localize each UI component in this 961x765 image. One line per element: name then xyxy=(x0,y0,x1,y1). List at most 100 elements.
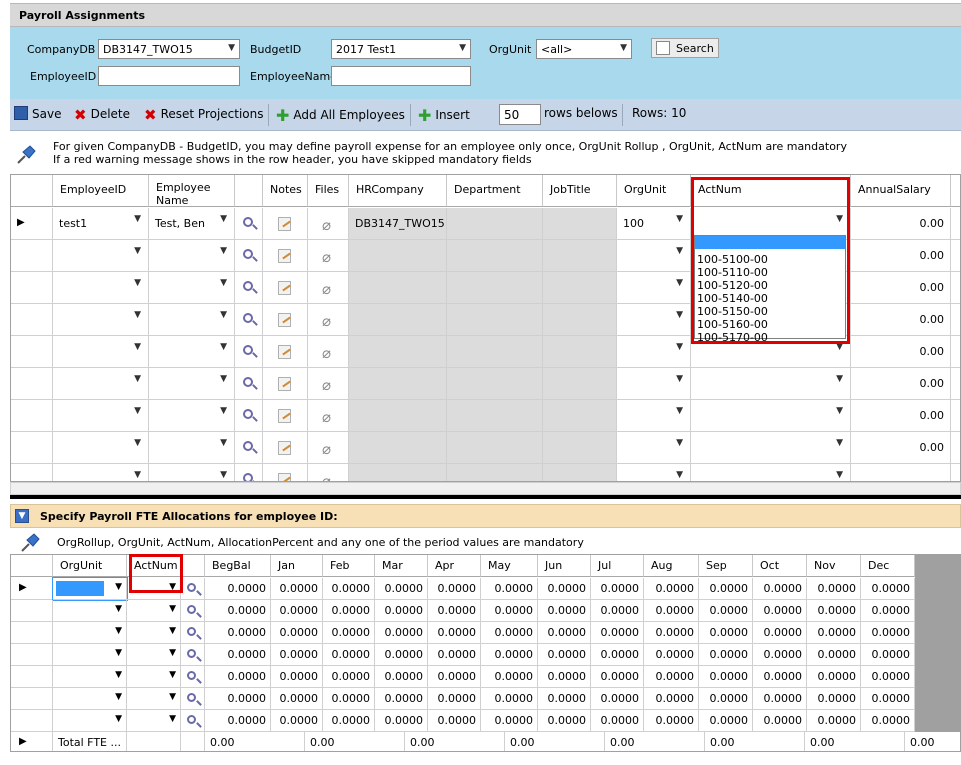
chevron-down-icon[interactable]: ▼ xyxy=(115,714,122,724)
lookup-cell[interactable] xyxy=(181,710,205,732)
chevron-down-icon[interactable]: ▼ xyxy=(676,438,683,448)
act-num-cell[interactable]: ▼ xyxy=(691,368,851,400)
rows-count-input[interactable]: 50 xyxy=(499,104,541,125)
period-cell[interactable]: 0.0000 xyxy=(481,644,538,666)
chevron-down-icon[interactable]: ▼ xyxy=(115,604,122,614)
period-cell[interactable]: 0.0000 xyxy=(375,578,428,600)
row-indicator[interactable] xyxy=(11,688,53,710)
paperclip-icon[interactable]: ⌀ xyxy=(322,312,331,330)
period-cell[interactable]: 0.0000 xyxy=(538,688,591,710)
header-jul[interactable]: Jul xyxy=(591,555,644,577)
period-cell[interactable]: 0.0000 xyxy=(271,710,323,732)
notes-cell[interactable] xyxy=(263,368,308,400)
org-unit-cell[interactable]: ▼ xyxy=(617,336,691,368)
annual-salary-cell[interactable]: 0.00 xyxy=(851,272,951,304)
act-num-cell[interactable]: ▼ xyxy=(127,710,181,732)
delete-button[interactable]: ✖ Delete xyxy=(74,106,130,124)
search-icon[interactable] xyxy=(187,693,196,702)
employee-id-cell[interactable]: ▼ xyxy=(53,368,149,400)
act-num-cell[interactable]: ▼ xyxy=(127,688,181,710)
period-cell[interactable]: 0.0000 xyxy=(644,622,699,644)
lookup-cell[interactable] xyxy=(235,400,263,432)
employee-name-cell[interactable]: ▼ xyxy=(149,304,235,336)
notes-icon[interactable] xyxy=(278,473,291,481)
period-cell[interactable]: 0.0000 xyxy=(428,688,481,710)
period-cell[interactable]: 0.0000 xyxy=(428,600,481,622)
chevron-down-icon[interactable]: ▼ xyxy=(134,278,141,288)
notes-cell[interactable] xyxy=(263,400,308,432)
search-icon[interactable] xyxy=(243,281,253,291)
chevron-down-icon[interactable]: ▼ xyxy=(115,626,122,636)
chevron-down-icon[interactable]: ▼ xyxy=(676,342,683,352)
chevron-down-icon[interactable]: ▼ xyxy=(676,278,683,288)
chevron-down-icon[interactable]: ▼ xyxy=(676,374,683,384)
search-icon[interactable] xyxy=(243,217,253,227)
search-icon[interactable] xyxy=(243,345,253,355)
employee-name-cell[interactable]: ▼ xyxy=(149,432,235,464)
lookup-cell[interactable] xyxy=(235,240,263,272)
chevron-down-icon[interactable]: ▼ xyxy=(169,626,176,636)
notes-icon[interactable] xyxy=(278,313,291,327)
period-cell[interactable]: 0.0000 xyxy=(205,622,271,644)
org-unit-cell[interactable]: ▼ xyxy=(617,272,691,304)
employee-id-cell[interactable]: ▼ xyxy=(53,400,149,432)
header-sep[interactable]: Sep xyxy=(699,555,753,577)
employee-name-cell[interactable]: ▼ xyxy=(149,272,235,304)
insert-button[interactable]: ✚ Insert xyxy=(418,106,470,125)
employee-id-cell[interactable]: ▼ xyxy=(53,240,149,272)
period-cell[interactable]: 0.0000 xyxy=(538,666,591,688)
paperclip-icon[interactable]: ⌀ xyxy=(322,216,331,234)
row-indicator[interactable]: ▶ xyxy=(11,578,53,600)
chevron-down-icon[interactable]: ▼ xyxy=(169,604,176,614)
org-unit-cell[interactable]: ▼ xyxy=(53,688,127,710)
row-indicator[interactable] xyxy=(11,622,53,644)
period-cell[interactable]: 0.0000 xyxy=(428,622,481,644)
lookup-cell[interactable] xyxy=(181,600,205,622)
chevron-down-icon[interactable]: ▼ xyxy=(836,470,843,480)
paperclip-icon[interactable]: ⌀ xyxy=(322,376,331,394)
period-cell[interactable]: 0.0000 xyxy=(271,666,323,688)
employee-id-input[interactable] xyxy=(98,66,240,86)
period-cell[interactable]: 0.0000 xyxy=(699,710,753,732)
splitter[interactable] xyxy=(10,495,961,499)
header-jan[interactable]: Jan xyxy=(271,555,323,577)
org-unit-cell[interactable]: ▼ xyxy=(617,240,691,272)
period-cell[interactable]: 0.0000 xyxy=(481,578,538,600)
period-cell[interactable]: 0.0000 xyxy=(375,666,428,688)
period-cell[interactable]: 0.0000 xyxy=(753,600,807,622)
row-indicator[interactable] xyxy=(11,710,53,732)
chevron-down-icon[interactable]: ▼ xyxy=(220,214,227,224)
files-cell[interactable]: ⌀ xyxy=(308,272,349,304)
notes-cell[interactable] xyxy=(263,272,308,304)
search-icon[interactable] xyxy=(187,715,196,724)
period-cell[interactable]: 0.0000 xyxy=(807,600,861,622)
chevron-down-icon[interactable]: ▼ xyxy=(220,438,227,448)
period-cell[interactable]: 0.0000 xyxy=(323,666,375,688)
chevron-down-icon[interactable]: ▼ xyxy=(676,310,683,320)
header-oct[interactable]: Oct xyxy=(753,555,807,577)
expand-icon[interactable]: ▼ xyxy=(15,509,29,523)
search-button[interactable]: Search xyxy=(651,38,719,58)
act-num-cell[interactable]: ▼ xyxy=(691,464,851,481)
period-cell[interactable]: 0.0000 xyxy=(644,578,699,600)
employee-id-cell[interactable]: ▼ xyxy=(53,272,149,304)
notes-cell[interactable] xyxy=(263,432,308,464)
period-cell[interactable]: 0.0000 xyxy=(591,644,644,666)
period-cell[interactable]: 0.0000 xyxy=(861,644,915,666)
row-indicator[interactable] xyxy=(11,464,53,481)
search-icon[interactable] xyxy=(243,473,253,481)
period-cell[interactable]: 0.0000 xyxy=(538,644,591,666)
period-cell[interactable]: 0.0000 xyxy=(591,688,644,710)
period-cell[interactable]: 0.0000 xyxy=(699,622,753,644)
org-unit-cell[interactable]: ▼ xyxy=(617,368,691,400)
period-cell[interactable]: 0.0000 xyxy=(375,622,428,644)
org-unit-cell[interactable]: ▼ xyxy=(617,464,691,481)
header-department[interactable]: Department xyxy=(447,175,543,207)
lookup-cell[interactable] xyxy=(181,622,205,644)
search-icon[interactable] xyxy=(243,441,253,451)
employee-name-cell[interactable]: ▼ xyxy=(149,400,235,432)
period-cell[interactable]: 0.0000 xyxy=(861,578,915,600)
files-cell[interactable]: ⌀ xyxy=(308,240,349,272)
chevron-down-icon[interactable]: ▼ xyxy=(676,406,683,416)
notes-icon[interactable] xyxy=(278,345,291,359)
